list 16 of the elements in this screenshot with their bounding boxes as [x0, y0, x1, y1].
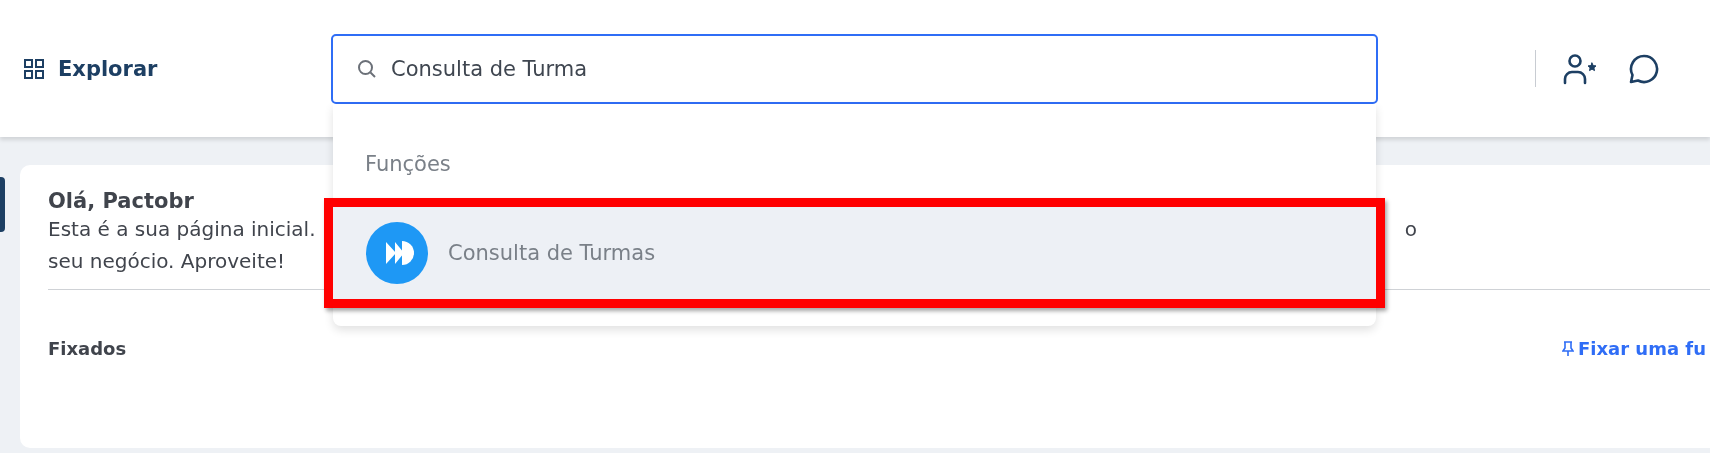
search-field[interactable]: Consulta de Turma [331, 33, 1378, 104]
intro-text-tail: o [1404, 216, 1417, 243]
search-icon [357, 58, 377, 79]
explore-link[interactable]: Explorar [24, 56, 331, 81]
pin-icon [1562, 340, 1574, 357]
intro-text: Esta é a sua página inicial. [48, 216, 316, 243]
pin-link[interactable]: Fixar uma fu [1562, 338, 1706, 359]
intro-text: seu negócio. Aproveite! [48, 248, 286, 275]
fast-forward-icon [366, 221, 428, 284]
greeting: Olá, Pactobr [48, 189, 195, 213]
chat-icon[interactable] [1628, 52, 1660, 85]
grid-icon [24, 58, 44, 79]
side-tab[interactable] [0, 177, 5, 232]
search-text: Consulta de Turma [391, 56, 588, 81]
pinned-title: Fixados [48, 338, 127, 359]
section-title: Funções [364, 151, 452, 176]
